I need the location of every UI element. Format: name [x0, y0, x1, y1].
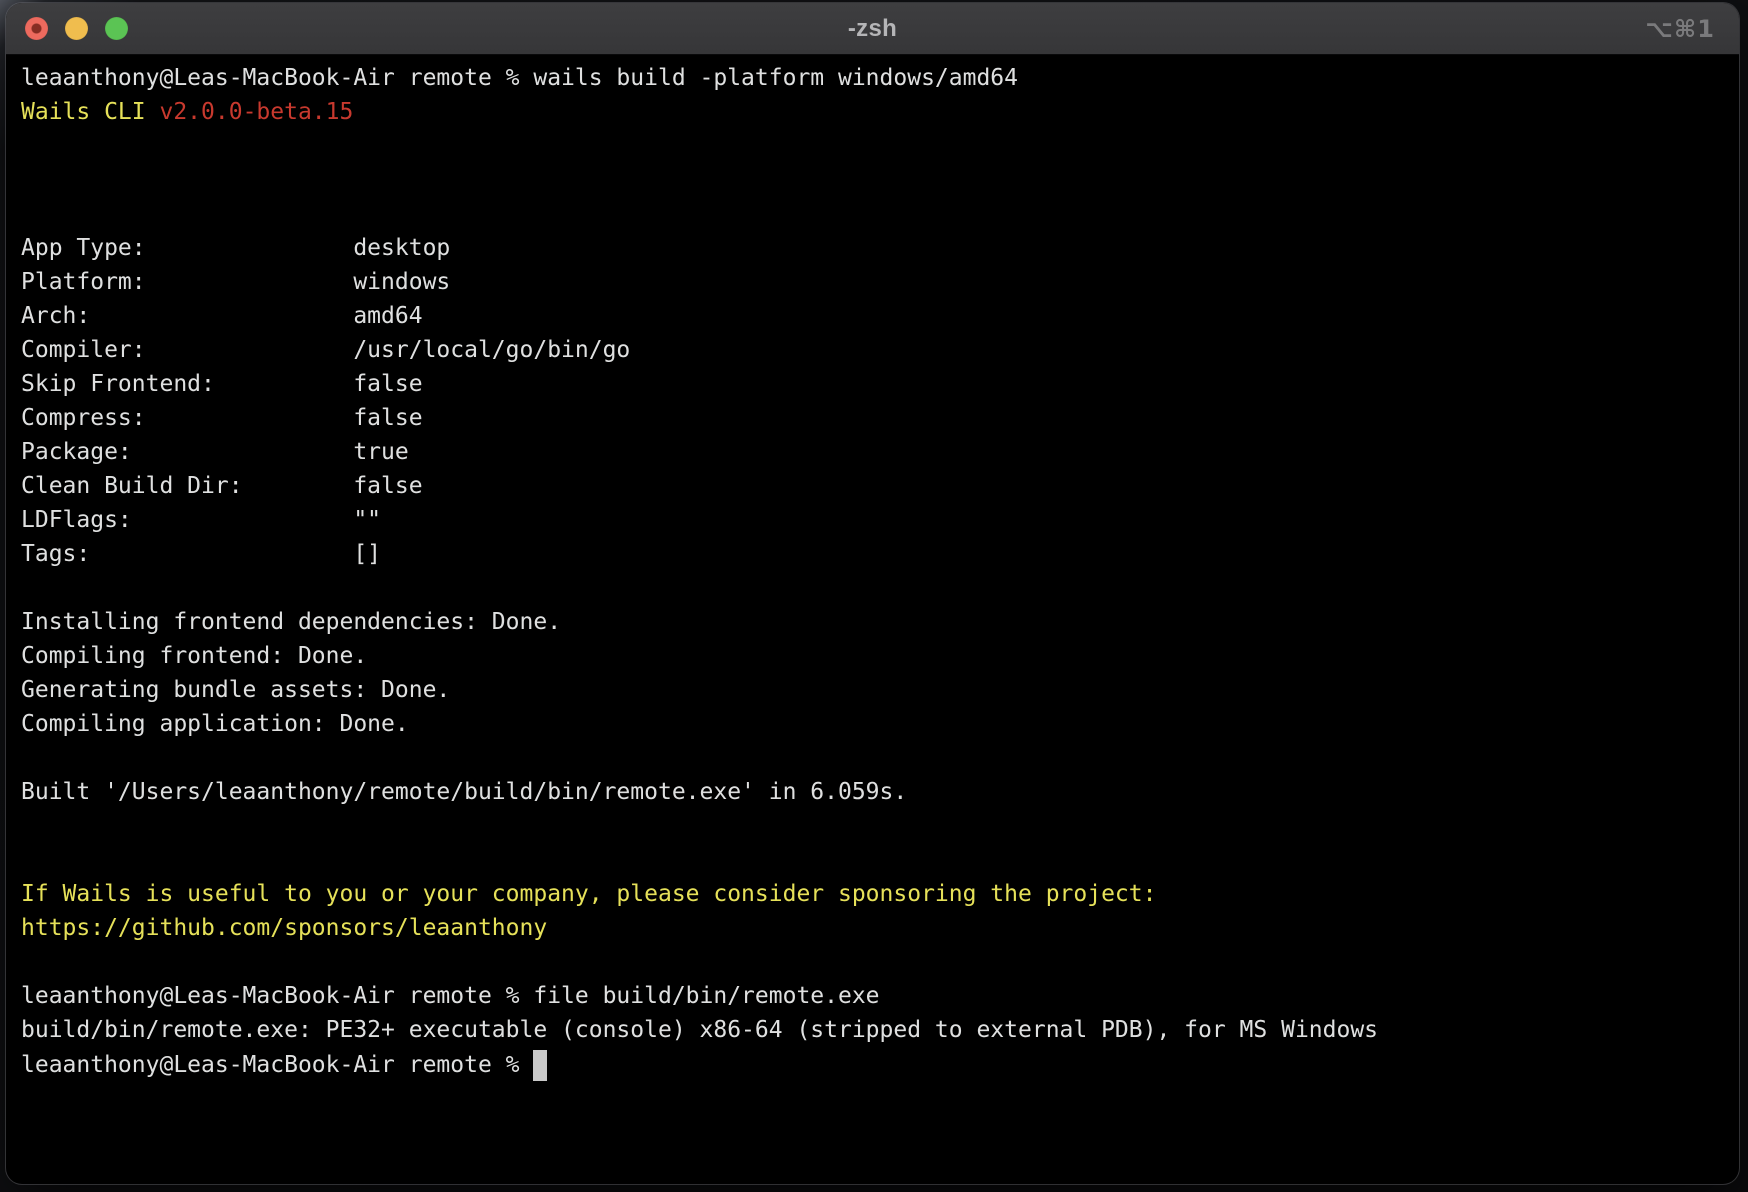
terminal-line: Generating bundle assets: Done.: [21, 673, 1731, 707]
terminal-line: Compiler: /usr/local/go/bin/go: [21, 333, 1731, 367]
window-title: -zsh: [6, 15, 1739, 43]
titlebar[interactable]: -zsh ⌥⌘1: [6, 3, 1739, 55]
terminal-text: If Wails is useful to you or your compan…: [21, 881, 1156, 907]
terminal-text: v2.0.0-beta.15: [159, 99, 353, 125]
terminal-text: Built '/Users/leaanthony/remote/build/bi…: [21, 779, 907, 805]
terminal-text: LDFlags: "": [21, 507, 381, 533]
terminal-output[interactable]: leaanthony@Leas-MacBook-Air remote % wai…: [6, 55, 1739, 1184]
terminal-line: Installing frontend dependencies: Done.: [21, 605, 1731, 639]
terminal-text: Clean Build Dir: false: [21, 473, 423, 499]
terminal-line: [21, 741, 1731, 775]
terminal-text: Skip Frontend: false: [21, 371, 423, 397]
terminal-text: leaanthony@Leas-MacBook-Air remote % wai…: [21, 65, 1018, 91]
terminal-line: [21, 163, 1731, 197]
terminal-text: leaanthony@Leas-MacBook-Air remote %: [21, 1052, 533, 1078]
terminal-line: Compiling frontend: Done.: [21, 639, 1731, 673]
terminal-line: leaanthony@Leas-MacBook-Air remote % fil…: [21, 979, 1731, 1013]
terminal-line: [21, 945, 1731, 979]
terminal-line: App Type: desktop: [21, 231, 1731, 265]
terminal-text: Compress: false: [21, 405, 423, 431]
terminal-text: Platform: windows: [21, 269, 450, 295]
terminal-text: Tags: []: [21, 541, 381, 567]
terminal-cursor: [533, 1050, 547, 1081]
terminal-line: [21, 843, 1731, 877]
terminal-line: Compiling application: Done.: [21, 707, 1731, 741]
window-shortcut-badge: ⌥⌘1: [1645, 15, 1715, 43]
terminal-line: Skip Frontend: false: [21, 367, 1731, 401]
terminal-text: leaanthony@Leas-MacBook-Air remote % fil…: [21, 983, 880, 1009]
terminal-line: Compress: false: [21, 401, 1731, 435]
terminal-line: Clean Build Dir: false: [21, 469, 1731, 503]
terminal-text: Arch: amd64: [21, 303, 423, 329]
terminal-line: Arch: amd64: [21, 299, 1731, 333]
terminal-line: Package: true: [21, 435, 1731, 469]
terminal-text: Compiler: /usr/local/go/bin/go: [21, 337, 630, 363]
terminal-line: [21, 129, 1731, 163]
terminal-line: https://github.com/sponsors/leaanthony: [21, 911, 1731, 945]
terminal-text: Package: true: [21, 439, 409, 465]
terminal-line: build/bin/remote.exe: PE32+ executable (…: [21, 1013, 1731, 1047]
terminal-line: [21, 809, 1731, 843]
terminal-text: Compiling frontend: Done.: [21, 643, 367, 669]
terminal-line: Built '/Users/leaanthony/remote/build/bi…: [21, 775, 1731, 809]
terminal-text: App Type: desktop: [21, 235, 450, 261]
terminal-text: build/bin/remote.exe: PE32+ executable (…: [21, 1017, 1378, 1043]
terminal-line: [21, 197, 1731, 231]
terminal-line: Tags: []: [21, 537, 1731, 571]
terminal-text: Installing frontend dependencies: Done.: [21, 609, 561, 635]
terminal-line: LDFlags: "": [21, 503, 1731, 537]
terminal-line: If Wails is useful to you or your compan…: [21, 877, 1731, 911]
terminal-text: Wails CLI: [21, 99, 159, 125]
terminal-line: leaanthony@Leas-MacBook-Air remote % wai…: [21, 61, 1731, 95]
terminal-line: Platform: windows: [21, 265, 1731, 299]
terminal-text: Compiling application: Done.: [21, 711, 409, 737]
terminal-window: -zsh ⌥⌘1 leaanthony@Leas-MacBook-Air rem…: [6, 3, 1739, 1184]
terminal-text: https://github.com/sponsors/leaanthony: [21, 915, 547, 941]
terminal-line: Wails CLI v2.0.0-beta.15: [21, 95, 1731, 129]
terminal-line: leaanthony@Leas-MacBook-Air remote %: [21, 1047, 1731, 1081]
terminal-text: Generating bundle assets: Done.: [21, 677, 450, 703]
terminal-line: [21, 571, 1731, 605]
